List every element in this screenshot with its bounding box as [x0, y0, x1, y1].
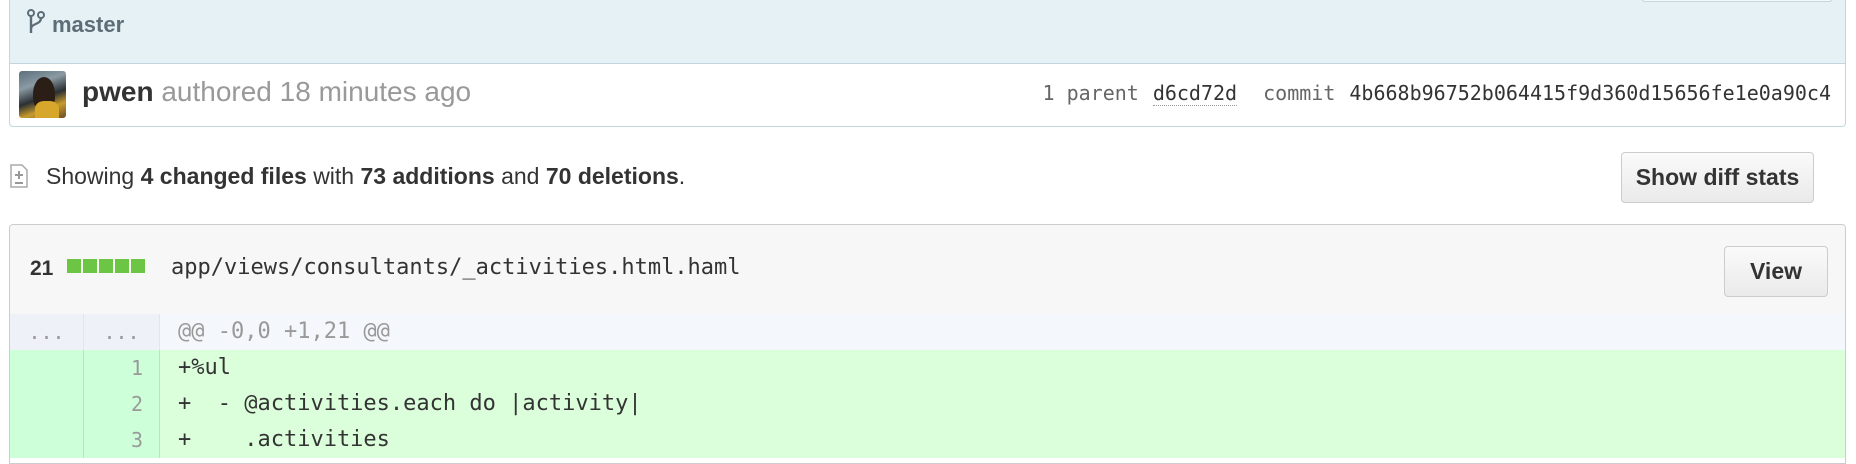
change-count: 21: [30, 257, 54, 280]
commit-sha: 4b668b96752b064415f9d360d15656fe1e0a90c4: [1349, 81, 1831, 105]
new-line-number[interactable]: 1: [84, 350, 160, 386]
hunk-header: @@ -0,0 +1,21 @@: [178, 319, 390, 344]
commit-label: commit: [1263, 81, 1336, 105]
author-name[interactable]: pwen: [82, 76, 154, 107]
authored-time: authored 18 minutes ago: [161, 76, 472, 107]
diff-line: 1 +%ul: [10, 350, 1845, 386]
avatar[interactable]: [19, 71, 66, 118]
diff-line-code: +%ul: [178, 355, 231, 380]
branch-name: master: [52, 12, 125, 37]
diff-line-code: + - @activities.each do |activity|: [178, 391, 642, 416]
old-line-number[interactable]: [10, 422, 84, 458]
commit-title-area: master: [10, 0, 1845, 64]
browse-code-button-cropped[interactable]: [1641, 0, 1833, 2]
summary-suffix: .: [678, 163, 686, 189]
author-row: pwen authored 18 minutes ago 1 parent d6…: [10, 63, 1845, 126]
deletions-count: 70 deletions: [545, 163, 679, 189]
diff-line-code: + .activities: [178, 427, 390, 452]
diff-table: ... ... @@ -0,0 +1,21 @@ 1 +%ul 2 + - @a…: [10, 314, 1845, 458]
file-diff: 21 app/views/consultants/_activities.htm…: [9, 224, 1846, 464]
branch-icon: [26, 9, 46, 41]
changed-files-link[interactable]: 4 changed files: [141, 163, 307, 189]
summary-and: and: [501, 163, 540, 189]
hunk-header-row: ... ... @@ -0,0 +1,21 @@: [10, 314, 1845, 350]
old-line-number[interactable]: [10, 386, 84, 422]
author-info: pwen authored 18 minutes ago: [82, 76, 471, 108]
additions-count: 73 additions: [360, 163, 495, 189]
new-line-number[interactable]: 3: [84, 422, 160, 458]
hunk-expand-right[interactable]: ...: [84, 314, 160, 350]
summary-prefix: Showing: [46, 163, 135, 189]
commit-meta: 1 parent d6cd72d commit 4b668b96752b0644…: [1042, 81, 1831, 106]
summary-with: with: [313, 163, 355, 189]
diff-summary: Showing 4 changed files with 73 addition…: [46, 163, 685, 190]
new-line-number[interactable]: 2: [84, 386, 160, 422]
file-header: 21 app/views/consultants/_activities.htm…: [10, 225, 1845, 315]
hunk-expand-left[interactable]: ...: [10, 314, 84, 350]
diffstat-bars: [67, 259, 145, 273]
parent-label: 1 parent: [1042, 81, 1139, 105]
diff-line: 3 + .activities: [10, 422, 1845, 458]
view-file-button[interactable]: View: [1724, 246, 1828, 297]
branch-indicator[interactable]: master: [26, 9, 125, 37]
commit-header: master pwen authored 18 minutes ago 1 pa…: [9, 0, 1846, 127]
parent-sha-link[interactable]: d6cd72d: [1152, 81, 1238, 106]
old-line-number[interactable]: [10, 350, 84, 386]
show-diff-stats-button[interactable]: Show diff stats: [1621, 152, 1814, 203]
file-path: app/views/consultants/_activities.html.h…: [171, 255, 741, 280]
diff-line: 2 + - @activities.each do |activity|: [10, 386, 1845, 422]
file-diff-icon[interactable]: [9, 163, 29, 189]
